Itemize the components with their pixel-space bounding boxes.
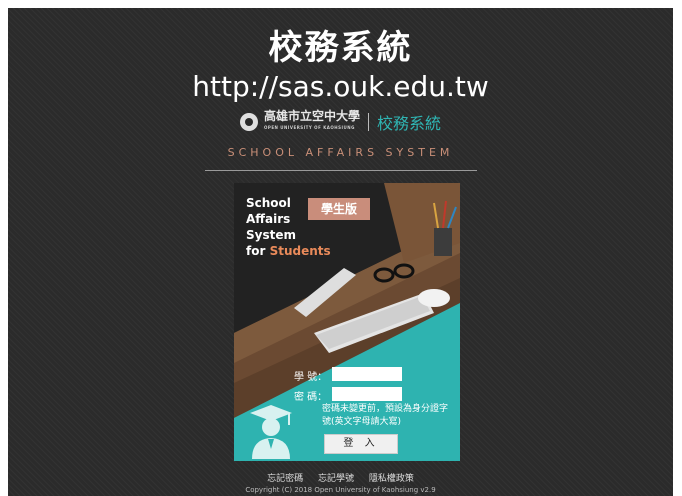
- logo-divider: [368, 113, 369, 131]
- student-version-badge: 學生版: [308, 198, 370, 220]
- student-id-input[interactable]: [332, 367, 402, 381]
- university-name-zh: 高雄市立空中大學: [263, 109, 360, 123]
- graduate-icon: [250, 405, 292, 459]
- login-button[interactable]: 登 入: [324, 434, 398, 454]
- system-subtitle: SCHOOL AFFAIRS SYSTEM: [227, 146, 454, 159]
- forgot-password-link[interactable]: 忘記密碼: [267, 474, 303, 484]
- card-heading-line: System: [246, 228, 296, 242]
- password-label: 密 碼：: [294, 392, 328, 403]
- copyright-text: Copyright (C) 2018 Open University of Ka…: [245, 486, 436, 494]
- card-heading-accent: Students: [269, 244, 331, 258]
- student-id-label: 學 號：: [294, 372, 328, 383]
- university-seal-icon: [239, 113, 258, 131]
- university-name-en: OPEN UNIVERSITY OF KAOHSIUNG: [263, 125, 355, 130]
- university-logo: 高雄市立空中大學 OPEN UNIVERSITY OF KAOHSIUNG 校務…: [8, 110, 673, 134]
- forgot-student-id-link[interactable]: 忘記學號: [318, 474, 354, 484]
- password-input[interactable]: [332, 387, 402, 401]
- password-hint: 密碼未變更前，預設為身分證字號(英文字母請大寫): [322, 404, 449, 427]
- system-name: 校務系統: [377, 114, 442, 133]
- card-heading-prefix: for: [246, 244, 270, 258]
- site-url: http://sas.ouk.edu.tw: [192, 70, 489, 103]
- divider: [205, 170, 477, 171]
- page-title: 校務系統: [268, 28, 413, 68]
- privacy-policy-link[interactable]: 隱私權政策: [369, 474, 414, 484]
- login-card: School Affairs System for Students 學生版 學…: [234, 183, 460, 461]
- university-name: 高雄市立空中大學 OPEN UNIVERSITY OF KAOHSIUNG: [264, 110, 360, 134]
- card-heading-line: for Students: [246, 243, 331, 259]
- footer-links: 忘記密碼 忘記學號 隱私權政策: [8, 471, 673, 484]
- page-background: 校務系統 http://sas.ouk.edu.tw 高雄市立空中大學 OPEN…: [8, 8, 673, 496]
